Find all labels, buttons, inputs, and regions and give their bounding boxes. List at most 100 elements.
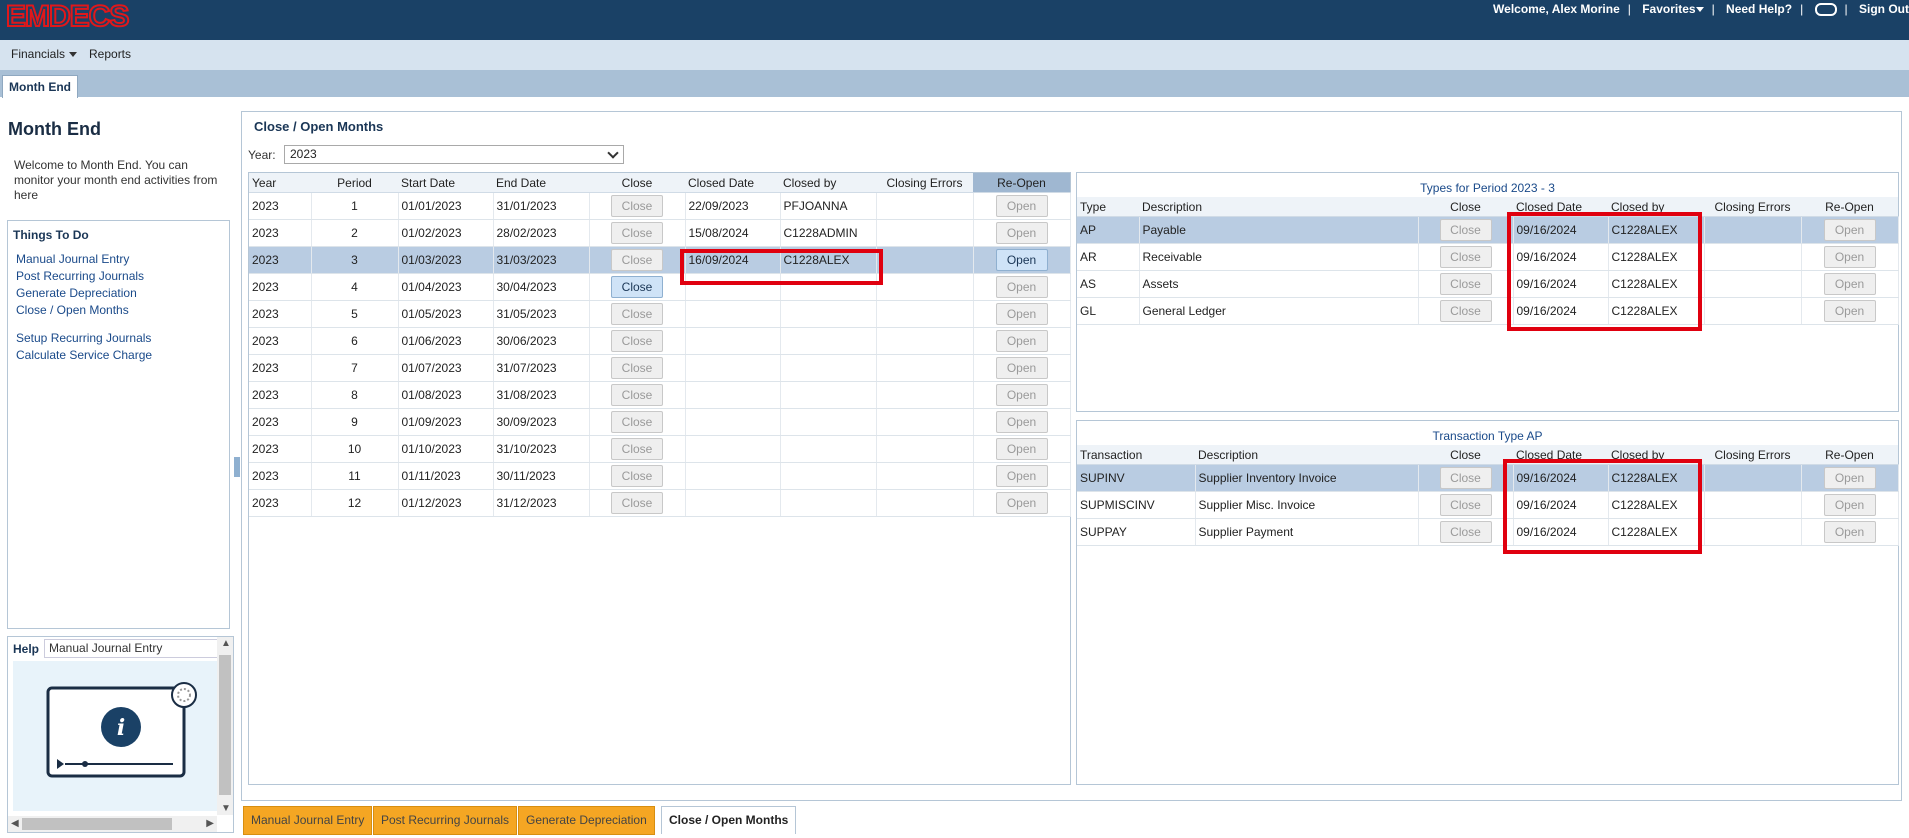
open-button[interactable]: Open <box>995 222 1048 244</box>
close-button[interactable]: Close <box>1439 273 1492 295</box>
table-row[interactable]: SUPPAY Supplier Payment Close 09/16/2024 C12… <box>1077 518 1899 546</box>
table-row[interactable]: 2023 4 01/04/2023 30/04/2023 Close Open <box>249 273 1071 301</box>
open-button[interactable]: Open <box>1823 494 1876 516</box>
table-row[interactable]: GL General Ledger Close 09/16/2024 C1228ALEX… <box>1077 297 1899 325</box>
table-row[interactable]: 2023 2 01/02/2023 28/02/2023 Close 15/08/2024… <box>249 219 1071 247</box>
table-row[interactable]: AS Assets Close 09/16/2024 C1228ALEX Open <box>1077 270 1899 298</box>
close-button[interactable]: Close <box>611 492 663 514</box>
table-row[interactable]: SUPINV Supplier Inventory Invoice Close 09/… <box>1077 464 1899 492</box>
close-button[interactable]: Close <box>1439 246 1492 268</box>
col-description[interactable]: Description <box>1195 445 1418 465</box>
close-button[interactable]: Close <box>1439 300 1492 322</box>
open-button[interactable]: Open <box>995 438 1048 460</box>
link-generate-depreciation[interactable]: Generate Depreciation <box>16 286 137 300</box>
close-button[interactable]: Close <box>611 438 663 460</box>
close-button[interactable]: Close <box>611 249 663 271</box>
close-button[interactable]: Close <box>611 357 663 379</box>
close-button[interactable]: Close <box>611 384 663 406</box>
open-button[interactable]: Open <box>1823 246 1876 268</box>
sidebar-collapse-handle[interactable] <box>234 457 240 477</box>
favorites-menu[interactable]: Favorites <box>1642 2 1704 16</box>
link-close-open-months[interactable]: Close / Open Months <box>16 303 129 317</box>
open-button[interactable]: Open <box>1823 219 1876 241</box>
open-button[interactable]: Open <box>995 465 1048 487</box>
open-button-cell: Open <box>973 192 1071 220</box>
open-button[interactable]: Open <box>995 330 1048 352</box>
col-start-date[interactable]: Start Date <box>398 173 493 193</box>
open-button[interactable]: Open <box>995 249 1048 271</box>
close-button[interactable]: Close <box>1439 219 1492 241</box>
link-calculate-service-charge[interactable]: Calculate Service Charge <box>16 348 152 362</box>
menu-reports[interactable]: Reports <box>89 47 131 61</box>
tab-post-recurring-journals[interactable]: Post Recurring Journals <box>373 806 518 835</box>
table-row[interactable]: 2023 12 01/12/2023 31/12/2023 Close Open <box>249 489 1071 517</box>
col-end-date[interactable]: End Date <box>493 173 589 193</box>
col-re-open[interactable]: Re-Open <box>1801 197 1898 217</box>
close-button[interactable]: Close <box>611 465 663 487</box>
open-button[interactable]: Open <box>995 384 1048 406</box>
open-button[interactable]: Open <box>995 303 1048 325</box>
sign-out-link[interactable]: Sign Out <box>1859 2 1909 16</box>
col-re-open[interactable]: Re-Open <box>973 173 1070 193</box>
col-close[interactable]: Close <box>589 173 685 193</box>
close-button[interactable]: Close <box>611 222 663 244</box>
open-button[interactable]: Open <box>995 276 1048 298</box>
table-row[interactable]: 2023 1 01/01/2023 31/01/2023 Close 22/09/2023… <box>249 192 1071 220</box>
col-period[interactable]: Period <box>311 173 398 193</box>
menu-financials[interactable]: Financials <box>11 47 78 61</box>
col-close[interactable]: Close <box>1418 197 1513 217</box>
tab-generate-depreciation[interactable]: Generate Depreciation <box>518 806 655 835</box>
tab-close-open-months[interactable]: Close / Open Months <box>661 806 797 834</box>
link-manual-journal-entry[interactable]: Manual Journal Entry <box>16 252 129 266</box>
tab-month-end[interactable]: Month End <box>2 75 78 98</box>
table-row[interactable]: 2023 8 01/08/2023 31/08/2023 Close Open <box>249 381 1071 409</box>
link-setup-recurring-journals[interactable]: Setup Recurring Journals <box>16 331 151 345</box>
help-topic-tab[interactable]: Manual Journal Entry <box>44 639 224 658</box>
help-video-thumbnail[interactable]: i <box>13 661 218 811</box>
help-horizontal-scrollbar[interactable]: ◀ ▶ <box>8 816 217 832</box>
open-button[interactable]: Open <box>1823 521 1876 543</box>
table-row[interactable]: 2023 11 01/11/2023 30/11/2023 Close Open <box>249 462 1071 490</box>
table-row[interactable]: 2023 3 01/03/2023 31/03/2023 Close 16/09/2024… <box>249 246 1071 274</box>
col-description[interactable]: Description <box>1139 197 1418 217</box>
col-re-open[interactable]: Re-Open <box>1801 445 1898 465</box>
close-button[interactable]: Close <box>1439 467 1492 489</box>
table-row[interactable]: 2023 9 01/09/2023 30/09/2023 Close Open <box>249 408 1071 436</box>
table-row[interactable]: 2023 6 01/06/2023 30/06/2023 Close Open <box>249 327 1071 355</box>
open-button[interactable]: Open <box>995 411 1048 433</box>
table-row[interactable]: AR Receivable Close 09/16/2024 C1228ALEX Open <box>1077 243 1899 271</box>
table-row[interactable]: SUPMISCINV Supplier Misc. Invoice Close 09/… <box>1077 491 1899 519</box>
col-closing-errors[interactable]: Closing Errors <box>876 173 973 193</box>
col-year[interactable]: Year <box>249 173 311 193</box>
close-button[interactable]: Close <box>611 195 663 217</box>
link-post-recurring-journals[interactable]: Post Recurring Journals <box>16 269 144 283</box>
close-button[interactable]: Close <box>1439 521 1492 543</box>
col-closed-date[interactable]: Closed Date <box>685 173 780 193</box>
table-row[interactable]: 2023 5 01/05/2023 31/05/2023 Close Open <box>249 300 1071 328</box>
col-closing-errors[interactable]: Closing Errors <box>1704 445 1801 465</box>
chat-icon[interactable] <box>1814 3 1837 17</box>
open-button[interactable]: Open <box>995 357 1048 379</box>
close-button[interactable]: Close <box>611 276 663 298</box>
close-button[interactable]: Close <box>611 303 663 325</box>
table-row[interactable]: 2023 10 01/10/2023 31/10/2023 Close Open <box>249 435 1071 463</box>
open-button[interactable]: Open <box>1823 467 1876 489</box>
close-button[interactable]: Close <box>611 411 663 433</box>
table-row[interactable]: 2023 7 01/07/2023 31/07/2023 Close Open <box>249 354 1071 382</box>
col-closing-errors[interactable]: Closing Errors <box>1704 197 1801 217</box>
tab-manual-journal-entry[interactable]: Manual Journal Entry <box>243 806 373 835</box>
col-close[interactable]: Close <box>1418 445 1513 465</box>
col-type[interactable]: Type <box>1077 197 1139 217</box>
need-help-link[interactable]: Need Help? <box>1726 2 1792 16</box>
open-button[interactable]: Open <box>995 195 1048 217</box>
table-row[interactable]: AP Payable Close 09/16/2024 C1228ALEX Open <box>1077 216 1899 244</box>
year-select[interactable]: 2023 <box>284 145 624 164</box>
help-vertical-scrollbar[interactable]: ▲ ▼ <box>217 637 233 815</box>
open-button[interactable]: Open <box>1823 300 1876 322</box>
close-button[interactable]: Close <box>1439 494 1492 516</box>
close-button[interactable]: Close <box>611 330 663 352</box>
open-button[interactable]: Open <box>1823 273 1876 295</box>
open-button[interactable]: Open <box>995 492 1048 514</box>
col-transaction[interactable]: Transaction <box>1077 445 1195 465</box>
col-closed-by[interactable]: Closed by <box>780 173 876 193</box>
